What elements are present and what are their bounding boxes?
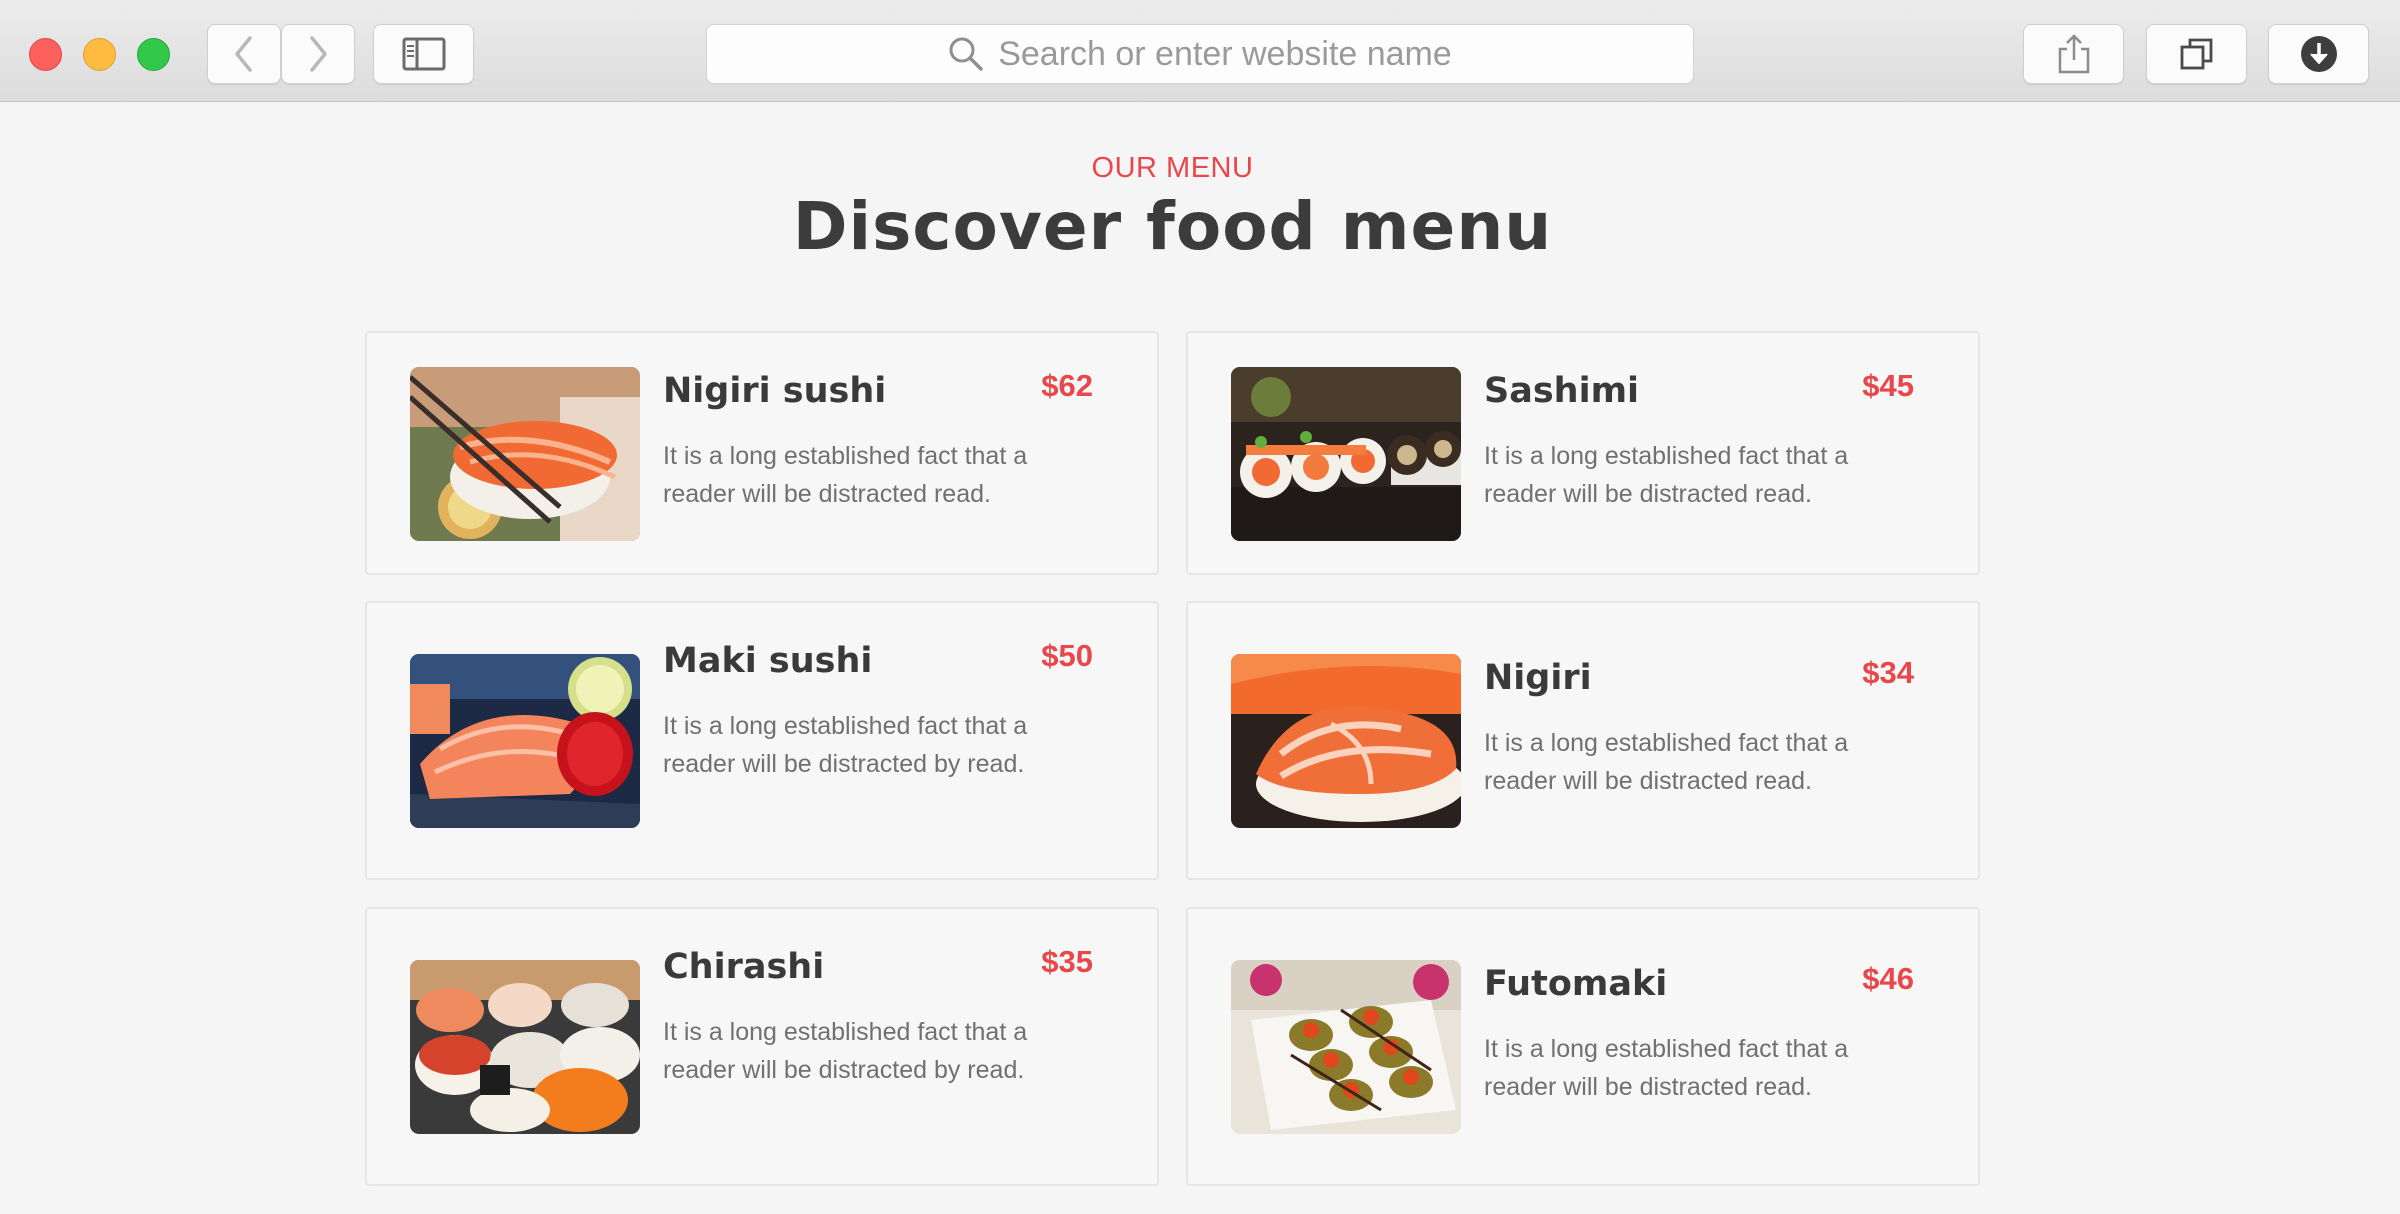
search-icon [949,37,983,71]
item-name: Sashimi [1484,371,1640,411]
item-description: It is a long established fact that a rea… [1484,442,1849,508]
section-eyebrow: OUR MENU [1091,152,1254,184]
menu-card[interactable]: Nigiri $34 It is a long established fact… [1186,601,1980,880]
food-image [1231,367,1461,541]
tabs-button[interactable] [2146,24,2247,84]
menu-card[interactable]: Futomaki $46 It is a long established fa… [1186,907,1980,1186]
item-description: It is a long established fact that a rea… [1484,1035,1849,1101]
chevron-right-icon [310,36,327,72]
tabs-icon [2180,38,2212,70]
menu-card[interactable]: Maki sushi $50 It is a long established … [365,601,1159,880]
minimize-window-icon[interactable] [83,38,116,71]
page-title: Discover food menu [792,188,1553,265]
item-price: $35 [1041,944,1093,979]
food-image [410,960,640,1134]
item-price: $34 [1862,655,1914,690]
food-image [1231,960,1461,1134]
item-name: Futomaki [1484,964,1668,1004]
item-description: It is a long established fact that a rea… [663,442,1028,508]
item-price: $45 [1862,368,1914,403]
item-description: It is a long established fact that a rea… [663,712,1028,778]
item-price: $46 [1862,961,1914,996]
address-bar[interactable]: Search or enter website name [706,24,1694,84]
share-button[interactable] [2023,24,2124,84]
food-image [410,654,640,828]
item-price: $50 [1041,638,1093,673]
back-button[interactable] [207,24,281,84]
food-image [1231,654,1461,828]
share-icon [2058,34,2089,74]
item-name: Chirashi [663,947,825,987]
downloads-button[interactable] [2268,24,2369,84]
sidebar-icon [402,37,445,71]
item-name: Nigiri sushi [663,371,887,411]
sidebar-button[interactable] [373,24,474,84]
zoom-window-icon[interactable] [137,38,170,71]
menu-card[interactable]: Nigiri sushi $62 It is a long establishe… [365,331,1159,575]
address-placeholder: Search or enter website name [998,34,1452,73]
download-icon [2300,36,2337,72]
item-description: It is a long established fact that a rea… [1484,729,1849,795]
item-price: $62 [1041,368,1093,403]
forward-button[interactable] [281,24,355,84]
item-description: It is a long established fact that a rea… [663,1018,1028,1084]
menu-card[interactable]: Chirashi $35 It is a long established fa… [365,907,1159,1186]
close-window-icon[interactable] [29,38,62,71]
chevron-left-icon [235,36,252,72]
food-image [410,367,640,541]
item-name: Maki sushi [663,641,873,681]
browser-toolbar: Search or enter website name [0,0,2400,102]
item-name: Nigiri [1484,658,1592,698]
menu-card[interactable]: Sashimi $45 It is a long established fac… [1186,331,1980,575]
